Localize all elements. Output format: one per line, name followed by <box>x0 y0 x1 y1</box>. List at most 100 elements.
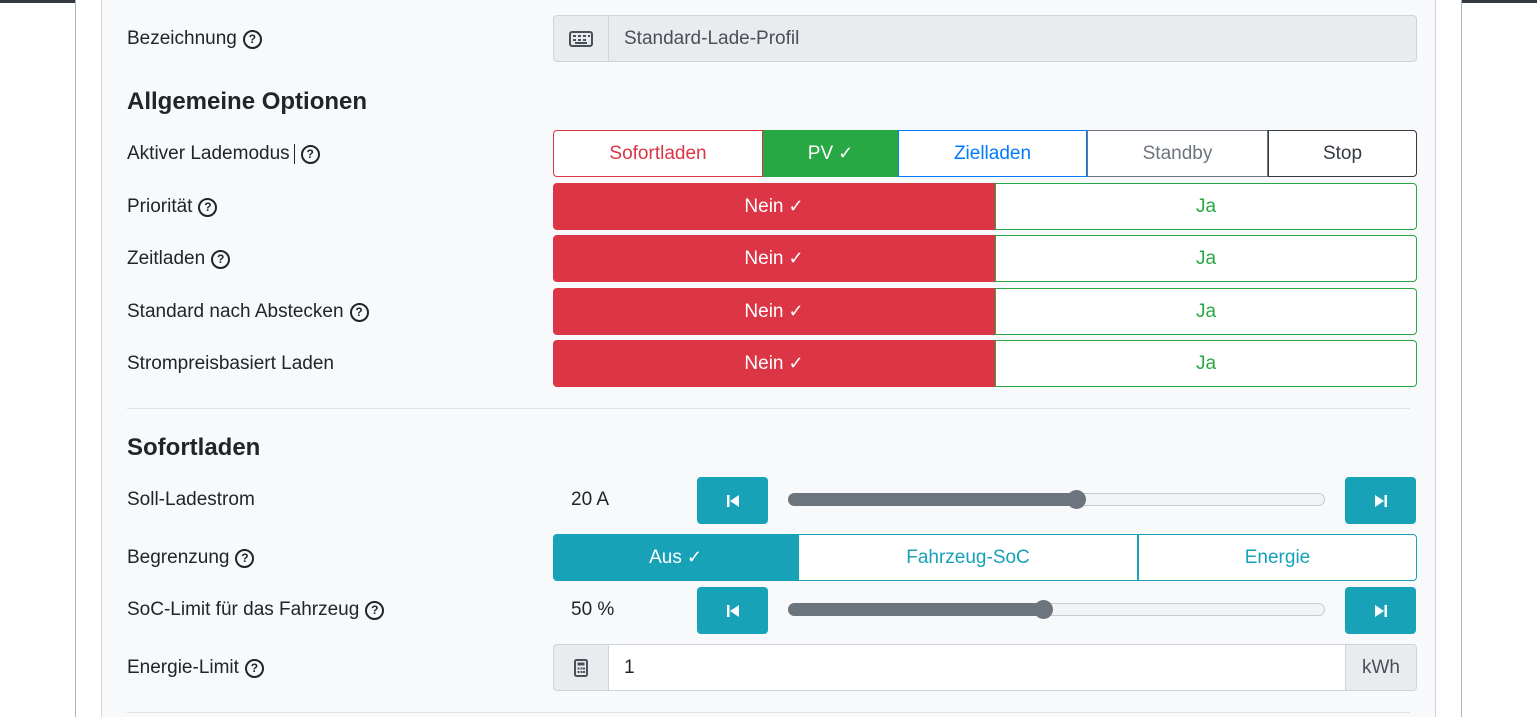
current-value: 20 A <box>571 489 610 510</box>
check-icon: ✓ <box>788 248 804 268</box>
section-divider <box>127 712 1410 713</box>
prioritaet-label-row: Priorität ? <box>127 196 218 218</box>
soc-label: SoC-Limit für das Fahrzeug <box>127 599 360 620</box>
step-backward-icon <box>726 494 739 507</box>
mode-zielladen-label: Zielladen <box>953 142 1032 164</box>
no-label: Nein <box>744 352 784 374</box>
no-label: Nein <box>744 195 784 217</box>
name-label-row: Bezeichnung ? <box>127 28 262 50</box>
zeitladen-label: Zeitladen <box>127 248 206 269</box>
name-label: Bezeichnung <box>127 28 237 49</box>
mode-label-row: Aktiver Lademodus ? <box>127 143 320 165</box>
begrenzung-energie-button[interactable]: Energie <box>1138 534 1417 581</box>
mode-zielladen-button[interactable]: Zielladen <box>898 130 1087 177</box>
section-heading-sofortladen: Sofortladen <box>127 434 261 461</box>
yes-label: Ja <box>1195 352 1217 374</box>
zeitladen-label-row: Zeitladen ? <box>127 248 231 270</box>
soc-decrease-button[interactable] <box>697 587 768 634</box>
no-label: Nein <box>744 247 784 269</box>
yes-label: Ja <box>1195 247 1217 269</box>
soc-label-row: SoC-Limit für das Fahrzeug ? <box>127 599 385 621</box>
current-increase-button[interactable] <box>1345 477 1416 524</box>
slider-fill <box>788 603 1043 616</box>
begrenzung-energie-label: Energie <box>1244 546 1311 568</box>
standard-label: Standard nach Abstecken <box>127 301 344 322</box>
help-icon[interactable]: ? <box>300 144 320 164</box>
section-heading-general: Allgemeine Optionen <box>127 88 368 115</box>
mode-pv-label: PV <box>807 142 834 164</box>
name-input-group: Standard-Lade-Profil <box>553 15 1417 62</box>
mode-button-group: Sofortladen PV ✓ Zielladen Standby Stop <box>553 130 1417 177</box>
current-slider[interactable] <box>788 490 1325 509</box>
standard-toggle: Nein ✓ Ja <box>553 288 1417 335</box>
help-icon[interactable]: ? <box>244 658 264 678</box>
energie-label-row: Energie-Limit ? <box>127 657 264 679</box>
help-icon[interactable]: ? <box>198 197 218 217</box>
energie-label: Energie-Limit <box>127 657 239 678</box>
slider-fill <box>788 493 1076 506</box>
zeitladen-toggle: Nein ✓ Ja <box>553 235 1417 282</box>
mode-standby-button[interactable]: Standby <box>1087 130 1268 177</box>
begrenzung-label-row: Begrenzung ? <box>127 547 255 569</box>
begrenzung-button-group: Aus ✓ Fahrzeug-SoC Energie <box>553 534 1417 581</box>
step-forward-icon <box>1374 494 1387 507</box>
help-icon[interactable]: ? <box>211 249 231 269</box>
prioritaet-toggle: Nein ✓ Ja <box>553 183 1417 230</box>
zeitladen-no-button[interactable]: Nein ✓ <box>553 235 995 282</box>
mode-sofortladen-button[interactable]: Sofortladen <box>553 130 763 177</box>
begrenzung-label: Begrenzung <box>127 547 230 568</box>
yes-label: Ja <box>1195 195 1217 217</box>
help-icon[interactable]: ? <box>365 600 385 620</box>
calculator-icon <box>553 644 609 691</box>
begrenzung-soc-button[interactable]: Fahrzeug-SoC <box>798 534 1138 581</box>
begrenzung-aus-button[interactable]: Aus ✓ <box>553 534 798 581</box>
prioritaet-label: Priorität <box>127 196 193 217</box>
current-label-row: Soll-Ladestrom <box>127 489 255 511</box>
soc-increase-button[interactable] <box>1345 587 1416 634</box>
help-icon[interactable]: ? <box>349 302 369 322</box>
section-divider <box>127 408 1410 409</box>
check-icon: ✓ <box>788 301 804 321</box>
mode-stop-button[interactable]: Stop <box>1268 130 1417 177</box>
prioritaet-no-button[interactable]: Nein ✓ <box>553 183 995 230</box>
text-cursor <box>293 144 295 164</box>
yes-label: Ja <box>1195 300 1217 322</box>
strompreis-yes-button[interactable]: Ja <box>995 340 1417 387</box>
current-decrease-button[interactable] <box>697 477 768 524</box>
prioritaet-yes-button[interactable]: Ja <box>995 183 1417 230</box>
strompreis-toggle: Nein ✓ Ja <box>553 340 1417 387</box>
soc-value: 50 % <box>571 599 615 620</box>
mode-label: Aktiver Lademodus <box>127 143 290 164</box>
begrenzung-aus-label: Aus <box>649 546 682 568</box>
no-label: Nein <box>744 300 784 322</box>
name-field[interactable]: Standard-Lade-Profil <box>609 15 1417 62</box>
keyboard-icon <box>553 15 609 62</box>
help-icon[interactable]: ? <box>235 548 255 568</box>
step-backward-icon <box>726 604 739 617</box>
slider-thumb[interactable] <box>1033 600 1053 619</box>
check-icon: ✓ <box>788 353 804 373</box>
energie-input[interactable]: 1 <box>609 644 1346 691</box>
standard-label-row: Standard nach Abstecken ? <box>127 301 369 323</box>
check-icon: ✓ <box>686 547 702 567</box>
check-icon: ✓ <box>788 196 804 216</box>
current-label: Soll-Ladestrom <box>127 489 255 510</box>
strompreis-no-button[interactable]: Nein ✓ <box>553 340 995 387</box>
strompreis-label-row: Strompreisbasiert Laden <box>127 353 334 375</box>
mode-stop-label: Stop <box>1322 142 1363 164</box>
step-forward-icon <box>1374 604 1387 617</box>
energie-unit: kWh <box>1346 644 1417 691</box>
standard-yes-button[interactable]: Ja <box>995 288 1417 335</box>
mode-sofortladen-label: Sofortladen <box>609 142 707 164</box>
standard-no-button[interactable]: Nein ✓ <box>553 288 995 335</box>
mode-standby-label: Standby <box>1142 142 1213 164</box>
help-icon[interactable]: ? <box>242 29 262 49</box>
zeitladen-yes-button[interactable]: Ja <box>995 235 1417 282</box>
slider-thumb[interactable] <box>1066 490 1086 509</box>
energie-input-group: 1 kWh <box>553 644 1417 691</box>
mode-pv-button[interactable]: PV ✓ <box>763 130 898 177</box>
soc-slider[interactable] <box>788 600 1325 619</box>
begrenzung-soc-label: Fahrzeug-SoC <box>906 546 1030 568</box>
strompreis-label: Strompreisbasiert Laden <box>127 353 334 374</box>
check-icon: ✓ <box>838 143 854 163</box>
